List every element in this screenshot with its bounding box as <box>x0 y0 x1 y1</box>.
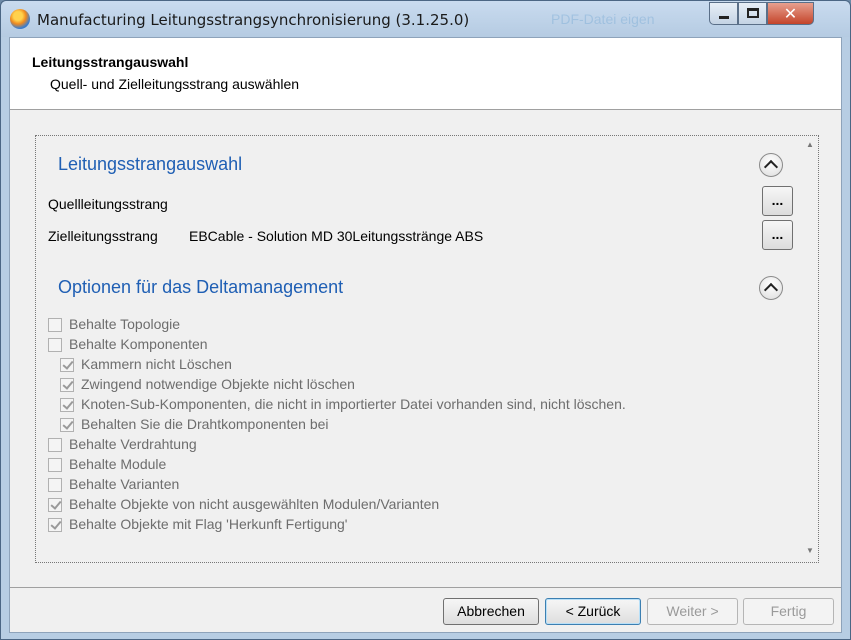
option-checkbox[interactable] <box>48 458 62 472</box>
browse-target-button[interactable]: ... <box>762 220 793 250</box>
option-label: Knoten-Sub-Komponenten, die nicht in imp… <box>81 396 626 412</box>
section-title-options: Optionen für das Deltamanagement <box>58 277 344 297</box>
target-harness-label: Zielleitungsstrang <box>48 228 158 244</box>
collapse-selection-button[interactable] <box>759 153 783 177</box>
option-checkbox[interactable] <box>48 318 62 332</box>
option-label: Behalten Sie die Drahtkomponenten bei <box>81 416 329 432</box>
option-label: Behalte Objekte von nicht ausgewählten M… <box>69 496 440 512</box>
collapse-options-button[interactable] <box>759 276 783 300</box>
maximize-icon <box>747 8 759 18</box>
title-bar[interactable]: Manufacturing Leitungsstrangsynchronisie… <box>1 1 850 37</box>
chevron-up-icon <box>763 159 779 175</box>
option-checkbox[interactable] <box>60 398 74 412</box>
options-panel[interactable]: ▲ ▼ Leitungsstrangauswahl Quellleitungss… <box>35 135 819 563</box>
wizard-client: Leitungsstrangauswahl Quell- und Ziellei… <box>9 37 842 633</box>
option-checkbox[interactable] <box>48 518 62 532</box>
option-label: Zwingend notwendige Objekte nicht lösche… <box>81 376 355 392</box>
option-label: Behalte Objekte mit Flag 'Herkunft Ferti… <box>69 516 348 532</box>
next-button[interactable]: Weiter > <box>647 598 738 625</box>
scroll-down-arrow-icon[interactable]: ▼ <box>806 546 814 555</box>
close-button[interactable]: ✕ <box>767 2 814 25</box>
cancel-button[interactable]: Abbrechen <box>443 598 539 625</box>
app-logo-icon <box>10 9 30 29</box>
option-checkbox[interactable] <box>60 378 74 392</box>
wizard-header: Leitungsstrangauswahl Quell- und Ziellei… <box>10 38 841 110</box>
maximize-button[interactable] <box>738 2 767 25</box>
section-title-selection: Leitungsstrangauswahl <box>58 154 243 174</box>
footer-divider <box>10 587 841 588</box>
background-window-text: PDF-Datei eigen <box>551 11 655 27</box>
target-harness-value: EBCable - Solution MD 30Leitungsstränge … <box>189 228 484 244</box>
close-icon: ✕ <box>783 6 798 23</box>
option-label: Kammern nicht Löschen <box>81 356 232 372</box>
option-checkbox[interactable] <box>48 498 62 512</box>
wizard-window: Manufacturing Leitungsstrangsynchronisie… <box>0 0 851 640</box>
option-label: Behalte Komponenten <box>69 336 208 352</box>
option-checkbox[interactable] <box>48 438 62 452</box>
scroll-up-arrow-icon[interactable]: ▲ <box>806 140 814 149</box>
finish-button[interactable]: Fertig <box>743 598 834 625</box>
chevron-up-icon <box>763 282 779 298</box>
source-harness-label: Quellleitungsstrang <box>48 196 168 212</box>
option-checkbox[interactable] <box>48 478 62 492</box>
option-checkbox[interactable] <box>48 338 62 352</box>
window-title: Manufacturing Leitungsstrangsynchronisie… <box>37 11 470 29</box>
option-label: Behalte Module <box>69 456 167 472</box>
option-label: Behalte Verdrahtung <box>69 436 197 452</box>
page-subtitle: Quell- und Zielleitungsstrang auswählen <box>50 76 300 92</box>
option-label: Behalte Topologie <box>69 316 181 332</box>
minimize-icon <box>719 16 729 19</box>
browse-source-button[interactable]: ... <box>762 186 793 216</box>
minimize-button[interactable] <box>709 2 738 25</box>
page-title: Leitungsstrangauswahl <box>32 54 189 70</box>
option-label: Behalte Varianten <box>69 476 180 492</box>
option-checkbox[interactable] <box>60 358 74 372</box>
option-checkbox[interactable] <box>60 418 74 432</box>
back-button[interactable]: < Zurück <box>545 598 641 625</box>
